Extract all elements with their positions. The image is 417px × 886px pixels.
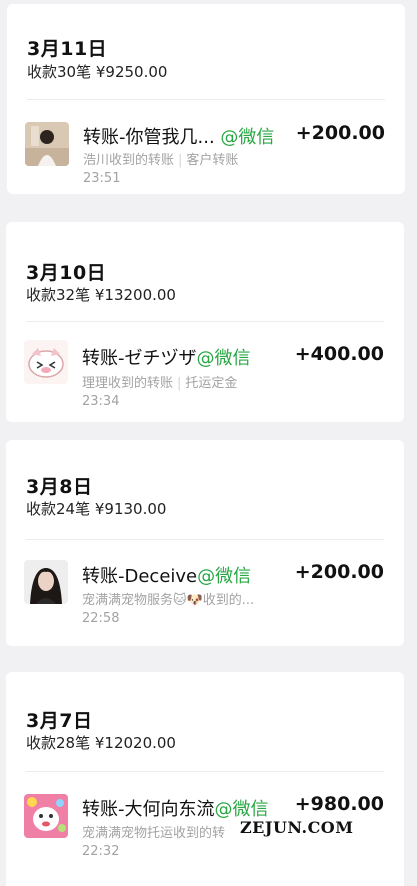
receiver-text: 浩川收到的转账 [83,153,175,168]
transaction-time: 22:58 [82,611,120,626]
avatar [25,122,69,166]
avatar [24,560,68,604]
divider [26,539,384,540]
transaction-title-text: 转账-ゼチヅザ [82,348,197,369]
day-summary: 收款32笔 ¥13200.00 [26,286,176,304]
transaction-detail: 宠满满宠物托运收到的转 [82,826,226,841]
date-heading: 3月10日 [26,262,107,284]
date-heading: 3月8日 [26,476,93,498]
channel-label: @微信 [220,127,275,148]
transaction-detail: 理理收到的转账 | 托运定金 [82,372,237,391]
separator: | [178,153,183,168]
note-text: 客户转账 [186,153,239,168]
transaction-detail: 浩川收到的转账 | 客户转账 [83,149,238,168]
note-text: 托运定金 [185,376,238,391]
transaction-title: 转账-你管我几... @微信 [83,123,274,149]
divider [26,321,384,322]
transaction-amount: +200.00 [294,561,384,583]
watermark: ZEJUN.COM [240,818,354,837]
transaction-title: 转账-Deceive@微信 [82,562,251,588]
separator: | [177,376,182,391]
channel-label: @微信 [197,566,252,587]
day-summary: 收款30笔 ¥9250.00 [27,63,168,81]
transaction-title: 转账-ゼチヅザ@微信 [82,344,251,370]
day-summary: 收款28笔 ¥12020.00 [26,734,176,752]
transaction-amount: +200.00 [295,122,385,144]
transaction-detail: 宠满满宠物服务🐱🐶收到的... [82,593,255,608]
channel-label: @微信 [196,348,251,369]
avatar [24,340,68,384]
channel-label: @微信 [214,799,269,820]
transaction-title-text: 转账-Deceive [82,566,198,587]
day-card-mar-8: 3月8日 收款24笔 ¥9130.00 转账-Deceive@微信 +200.0… [6,440,404,646]
transaction-amount: +400.00 [294,343,384,365]
transaction-time: 23:34 [82,394,120,409]
divider [27,99,385,100]
transaction-amount: +980.00 [294,793,384,815]
transaction-title-text: 转账-大何向东流 [82,799,215,820]
receiver-text: 理理收到的转账 [82,376,174,391]
day-card-mar-11: 3月11日 收款30笔 ¥9250.00 转账-你管我几... @微信 +200… [7,4,405,194]
avatar [24,794,68,838]
date-heading: 3月11日 [27,38,108,60]
divider [26,771,384,772]
transaction-time: 22:32 [82,844,120,859]
transaction-time: 23:51 [83,171,121,186]
transaction-title-text: 转账-你管我几... [83,127,215,148]
day-summary: 收款24笔 ¥9130.00 [26,500,167,518]
day-card-mar-10: 3月10日 收款32笔 ¥13200.00 转账-ゼチヅザ@微信 +400.00… [6,222,404,422]
day-card-mar-7: 3月7日 收款28笔 ¥12020.00 转账-大何向东流@微信 +980.00… [6,672,404,886]
date-heading: 3月7日 [26,710,93,732]
